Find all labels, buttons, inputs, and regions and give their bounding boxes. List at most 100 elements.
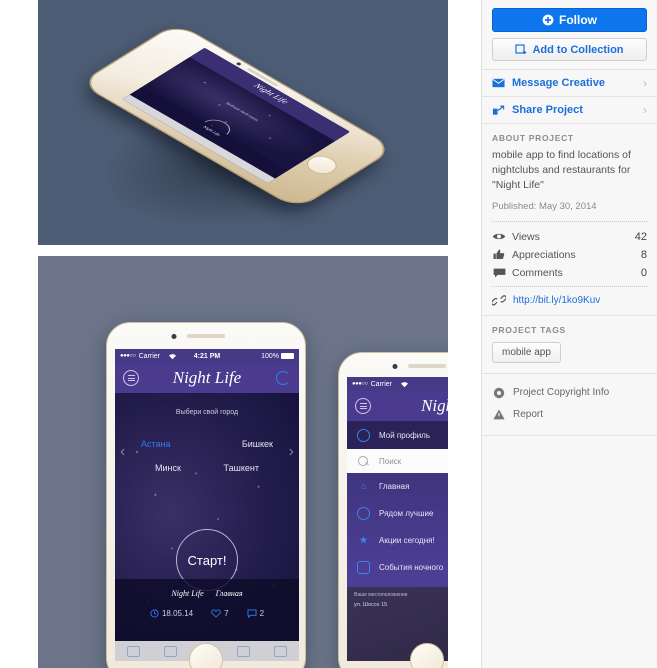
stat-row-comments: Comments 0 xyxy=(482,264,657,282)
tab-icon-home[interactable] xyxy=(126,645,140,657)
stat-value: 8 xyxy=(640,248,647,261)
city-option-tashkent[interactable]: Ташкент xyxy=(224,463,259,473)
page-root: Night Life Выбери свой город Старт! Nigh… xyxy=(0,0,657,668)
city-option-minsk[interactable]: Минск xyxy=(155,463,181,473)
warning-icon xyxy=(492,409,505,420)
stat-label: Appreciations xyxy=(512,248,576,261)
envelope-icon xyxy=(492,78,505,88)
phone-a-screen: ●●●○○ Carrier 4:21 PM 100% Night Life Вы… xyxy=(115,349,299,661)
project-tags-section: PROJECT TAGS mobile app xyxy=(482,316,657,374)
project-image-flat-screens[interactable]: ●●●○○ Carrier 4:21 PM 100% Night Life Вы… xyxy=(38,256,448,668)
city-map-background: Выбери свой город ‹ › Астана Бишкек Минс… xyxy=(115,393,299,661)
stat-value: 0 xyxy=(640,266,647,279)
app-title: Night Life xyxy=(172,368,242,387)
copyright-icon xyxy=(492,387,505,399)
city-option-astana[interactable]: Астана xyxy=(141,439,171,449)
copyright-info-link[interactable]: Project Copyright Info xyxy=(482,382,657,404)
footer-links-section: Project Copyright Info Report xyxy=(482,374,657,436)
follow-button[interactable]: Follow xyxy=(492,8,647,32)
project-image-angled-mockup[interactable]: Night Life Выбери свой город Старт! Nigh… xyxy=(38,0,448,245)
drawer-item-home[interactable]: ⌂ Главная xyxy=(347,473,448,500)
tab-icon-profile[interactable] xyxy=(274,645,288,657)
comment-icon xyxy=(492,268,506,278)
stat-row-views: Views 42 xyxy=(482,228,657,246)
footer-brand: Night Life xyxy=(171,589,204,598)
clock-icon xyxy=(150,609,159,618)
drawer-search-field[interactable]: Поиск xyxy=(347,449,448,473)
tags-heading: PROJECT TAGS xyxy=(492,324,566,335)
city-hint: Выбери свой город xyxy=(175,409,239,416)
heart-icon xyxy=(211,609,221,618)
drawer-item-label: События ночного xyxy=(379,563,444,572)
stat-label: Views xyxy=(512,230,540,243)
drawer-item-label: Главная xyxy=(379,482,410,491)
footer-brand-line: Night Life Главная xyxy=(115,579,299,598)
signal-icon: ●●●○○ xyxy=(120,353,136,359)
search-placeholder: Поиск xyxy=(379,456,402,466)
menu-icon[interactable] xyxy=(355,398,371,414)
tag-mobile-app[interactable]: mobile app xyxy=(492,341,561,363)
side-drawer-menu: Мой профиль Поиск ⌂ Главная Рядом лучшие… xyxy=(347,421,448,661)
copyright-label: Project Copyright Info xyxy=(513,387,610,399)
eye-icon xyxy=(492,232,506,241)
follow-button-label: Follow xyxy=(559,13,597,27)
front-camera-icon xyxy=(171,334,177,339)
report-label: Report xyxy=(513,408,544,420)
menu-icon[interactable] xyxy=(123,370,139,386)
share-project-link[interactable]: Share Project › xyxy=(482,97,657,124)
battery-icon xyxy=(281,353,294,359)
action-buttons-section: Follow Add to Collection xyxy=(482,0,657,70)
wifi-icon xyxy=(400,381,409,388)
project-content-column: Night Life Выбери свой город Старт! Nigh… xyxy=(0,0,481,668)
message-creative-link[interactable]: Message Creative › xyxy=(482,70,657,97)
signal-icon: ●●●○○ xyxy=(352,381,368,387)
calendar-icon xyxy=(357,561,370,574)
home-icon: ⌂ xyxy=(360,481,367,491)
battery-indicator: 100% xyxy=(261,353,294,360)
share-project-label: Share Project xyxy=(512,104,583,116)
drawer-item-label: Акции сегодня! xyxy=(379,536,435,545)
stat-comments: 2 xyxy=(247,609,264,618)
city-list: Астана Бишкек Минск Ташкент xyxy=(115,439,299,487)
star-icon: ★ xyxy=(359,535,368,545)
phone-b-screen: ●●●○○ Carrier 4:21 Night xyxy=(347,377,448,661)
project-url-row[interactable]: http://bit.ly/1ko9Kuv xyxy=(482,287,657,315)
carrier-label: Carrier xyxy=(370,380,393,388)
iphone-device-left: ●●●○○ Carrier 4:21 PM 100% Night Life Вы… xyxy=(106,322,306,668)
project-url-link[interactable]: http://bit.ly/1ko9Kuv xyxy=(513,295,600,306)
wifi-icon xyxy=(168,353,177,360)
report-link[interactable]: Report xyxy=(482,404,657,425)
comment-icon xyxy=(247,609,257,618)
message-creative-label: Message Creative xyxy=(512,77,605,89)
tab-icon-tag[interactable] xyxy=(163,645,177,657)
plus-circle-icon xyxy=(542,14,554,26)
drawer-item-nearby[interactable]: Рядом лучшие xyxy=(347,500,448,527)
nearby-icon xyxy=(357,507,370,520)
stat-label: Comments xyxy=(512,266,563,279)
collection-icon xyxy=(515,43,527,54)
stat-value: 42 xyxy=(634,230,647,243)
refresh-icon[interactable] xyxy=(276,371,290,385)
status-bar: ●●●○○ Carrier 4:21 xyxy=(347,377,448,391)
drawer-item-profile[interactable]: Мой профиль xyxy=(347,421,448,449)
stats-list: Views 42 Appreciations 8 Comments 0 xyxy=(482,222,657,286)
location-address: ул. Шоссе 15 xyxy=(354,602,388,608)
add-to-collection-button[interactable]: Add to Collection xyxy=(492,38,647,61)
about-published: Published: May 30, 2014 xyxy=(492,200,597,212)
front-camera-icon xyxy=(392,364,398,369)
about-description: mobile app to find locations of nightclu… xyxy=(492,149,631,191)
footer-stats: 18.05.14 7 2 xyxy=(115,609,299,618)
earpiece-speaker xyxy=(408,364,446,368)
earpiece-speaker xyxy=(187,334,225,338)
tab-icon-cloud[interactable] xyxy=(237,645,251,657)
drawer-item-promos[interactable]: ★ Акции сегодня! xyxy=(347,527,448,554)
drawer-item-events[interactable]: События ночного xyxy=(347,554,448,581)
city-option-bishkek[interactable]: Бишкек xyxy=(242,439,273,449)
app-navbar: Night Life xyxy=(115,363,299,393)
carrier-label: Carrier xyxy=(138,352,161,360)
app-title: Night xyxy=(421,396,448,415)
iphone-device-right: ●●●○○ Carrier 4:21 Night xyxy=(338,352,448,668)
screen-footer-panel: Night Life Главная 18.05.14 7 2 xyxy=(115,579,299,641)
clock-label: 4:21 PM xyxy=(193,352,221,360)
stat-row-appreciations: Appreciations 8 xyxy=(482,246,657,264)
